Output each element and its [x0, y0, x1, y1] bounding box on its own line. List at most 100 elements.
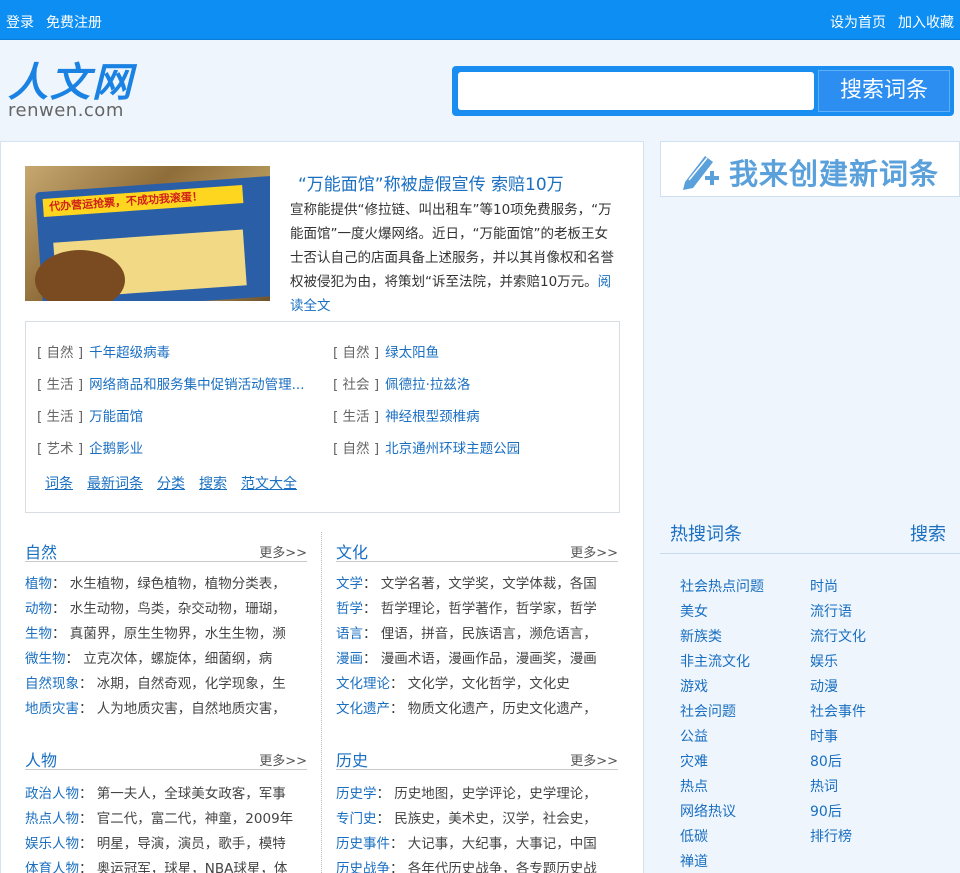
link-entries[interactable]: 词条 [45, 476, 73, 492]
hot-entry[interactable]: 流行语 [810, 601, 852, 621]
subcategory-items[interactable]: 第一夫人，全球美女政客，军事 [97, 786, 286, 802]
feature-title[interactable]: “万能面馆”称被虚假宣传 索赔10万 [298, 170, 564, 195]
link-categories[interactable]: 分类 [157, 476, 185, 492]
category-nature: 自然 更多>> 植物： 水生植物，绿色植物，植物分类表， 动物： 水生动物，鸟类… [25, 532, 307, 722]
favorite-link[interactable]: 加入收藏 [898, 12, 954, 32]
hot-entry[interactable]: 美女 [680, 601, 708, 621]
subcategory-link[interactable]: 政治人物 [25, 786, 79, 802]
subcategory-link[interactable]: 热点人物 [25, 811, 79, 827]
link-latest[interactable]: 最新词条 [87, 476, 143, 492]
site-logo[interactable]: 人文网 renwen.com [8, 62, 134, 120]
subcategory-items[interactable]: 人为地质灾害，自然地质灾害， [97, 701, 286, 717]
register-link[interactable]: 免费注册 [46, 12, 102, 32]
link-search[interactable]: 搜索 [199, 476, 227, 492]
category-row: 语言： 俚语，拼音，民族语言，濒危语言， [336, 626, 597, 642]
subcategory-items[interactable]: 漫画术语，漫画作品，漫画奖，漫画 [381, 651, 597, 667]
subcategory-link[interactable]: 历史战争 [336, 861, 390, 873]
subcategory-link[interactable]: 微生物 [25, 651, 66, 667]
news-link[interactable]: 千年超级病毒 [89, 345, 170, 361]
category-title[interactable]: 人物 [25, 747, 57, 771]
subcategory-items[interactable]: 水生植物，绿色植物，植物分类表， [70, 576, 286, 592]
subcategory-items[interactable]: 文化学，文化哲学，文化史 [408, 676, 570, 692]
news-category: [ 社会 ] [333, 377, 380, 393]
subcategory-items[interactable]: 奥运冠军，球星，NBA球星，体 [97, 861, 288, 873]
subcategory-link[interactable]: 植物 [25, 576, 52, 592]
hot-entry[interactable]: 热词 [810, 776, 838, 796]
subcategory-items[interactable]: 明星，导演，演员，歌手，模特 [97, 836, 286, 852]
news-link[interactable]: 佩德拉·拉兹洛 [385, 377, 470, 393]
category-title[interactable]: 自然 [25, 539, 57, 563]
more-link[interactable]: 更多>> [259, 542, 307, 561]
hot-entry[interactable]: 社会热点问题 [680, 576, 764, 596]
login-link[interactable]: 登录 [6, 12, 34, 32]
subcategory-items[interactable]: 历史地图，史学评论，史学理论， [394, 786, 597, 802]
subcategory-link[interactable]: 体育人物 [25, 861, 79, 873]
hot-entry[interactable]: 禅道 [680, 851, 708, 871]
subcategory-link[interactable]: 专门史 [336, 811, 377, 827]
subcategory-link[interactable]: 自然现象 [25, 676, 79, 692]
hot-entry[interactable]: 流行文化 [810, 626, 866, 646]
subcategory-link[interactable]: 生物 [25, 626, 52, 642]
category-title[interactable]: 历史 [336, 747, 368, 771]
hot-entry[interactable]: 热点 [680, 776, 708, 796]
create-entry-button[interactable]: 我来创建新词条 [660, 141, 960, 197]
subcategory-link[interactable]: 文化理论 [336, 676, 390, 692]
hot-entry[interactable]: 时尚 [810, 576, 838, 596]
subcategory-items[interactable]: 立克次体，螺旋体，细菌纲，病 [83, 651, 272, 667]
hot-entry[interactable]: 社会事件 [810, 701, 866, 721]
subcategory-items[interactable]: 官二代，富二代，神童，2009年 [97, 811, 293, 827]
hot-entry[interactable]: 灾难 [680, 751, 708, 771]
hot-entry[interactable]: 时事 [810, 726, 838, 746]
feature-image[interactable]: 代办营运抢票，不成功我滚蛋！ [25, 166, 270, 301]
subcategory-items[interactable]: 水生动物，鸟类，杂交动物，珊瑚， [70, 601, 286, 617]
more-link[interactable]: 更多>> [570, 750, 618, 769]
link-essays[interactable]: 范文大全 [241, 476, 297, 492]
subcategory-items[interactable]: 文学名著，文学奖，文学体裁，各国 [381, 576, 597, 592]
category-history: 历史 更多>> 历史学： 历史地图，史学评论，史学理论， 专门史： 民族史，美术… [336, 740, 618, 873]
set-home-link[interactable]: 设为首页 [830, 12, 886, 32]
subcategory-link[interactable]: 漫画 [336, 651, 363, 667]
subcategory-items[interactable]: 真菌界，原生生物界，水生生物，濒 [70, 626, 286, 642]
subcategory-link[interactable]: 文化遗产 [336, 701, 390, 717]
search-button[interactable]: 搜索词条 [818, 70, 950, 112]
news-link[interactable]: 北京通州环球主题公园 [385, 441, 520, 457]
news-link[interactable]: 企鹅影业 [89, 441, 143, 457]
subcategory-items[interactable]: 大记事，大纪事，大事记，中国 [408, 836, 597, 852]
subcategory-link[interactable]: 动物 [25, 601, 52, 617]
news-link[interactable]: 神经根型颈椎病 [385, 409, 480, 425]
subcategory-link[interactable]: 文学 [336, 576, 363, 592]
subcategory-link[interactable]: 语言 [336, 626, 363, 642]
subcategory-link[interactable]: 历史学 [336, 786, 377, 802]
hot-entry[interactable]: 90后 [810, 801, 842, 821]
search-input[interactable] [458, 72, 814, 110]
category-row: 地质灾害： 人为地质灾害，自然地质灾害， [25, 701, 286, 717]
hot-entry[interactable]: 排行榜 [810, 826, 852, 846]
hot-entry[interactable]: 低碳 [680, 826, 708, 846]
hot-entry[interactable]: 网络热议 [680, 801, 736, 821]
news-link[interactable]: 网络商品和服务集中促销活动管理... [89, 377, 304, 393]
hot-entry[interactable]: 80后 [810, 751, 842, 771]
subcategory-items[interactable]: 俚语，拼音，民族语言，濒危语言， [381, 626, 597, 642]
more-link[interactable]: 更多>> [259, 750, 307, 769]
hot-entry[interactable]: 公益 [680, 726, 708, 746]
hot-entry[interactable]: 非主流文化 [680, 651, 750, 671]
hot-entry[interactable]: 游戏 [680, 676, 708, 696]
subcategory-items[interactable]: 各年代历史战争，各专题历史战 [408, 861, 597, 873]
subcategory-link[interactable]: 地质灾害 [25, 701, 79, 717]
subcategory-items[interactable]: 物质文化遗产，历史文化遗产， [408, 701, 597, 717]
subcategory-link[interactable]: 历史事件 [336, 836, 390, 852]
hot-entry[interactable]: 新族类 [680, 626, 722, 646]
more-link[interactable]: 更多>> [570, 542, 618, 561]
subcategory-items[interactable]: 冰期，自然奇观，化学现象，生 [97, 676, 286, 692]
category-title[interactable]: 文化 [336, 539, 368, 563]
hot-entry[interactable]: 娱乐 [810, 651, 838, 671]
news-link[interactable]: 绿太阳鱼 [385, 345, 439, 361]
news-link[interactable]: 万能面馆 [89, 409, 143, 425]
subcategory-link[interactable]: 哲学 [336, 601, 363, 617]
subcategory-items[interactable]: 民族史，美术史，汉学，社会史， [394, 811, 597, 827]
hot-entry[interactable]: 社会问题 [680, 701, 736, 721]
subcategory-items[interactable]: 哲学理论，哲学著作，哲学家，哲学 [381, 601, 597, 617]
subcategory-link[interactable]: 娱乐人物 [25, 836, 79, 852]
hot-entry[interactable]: 动漫 [810, 676, 838, 696]
hot-search-link[interactable]: 搜索 [910, 520, 946, 546]
